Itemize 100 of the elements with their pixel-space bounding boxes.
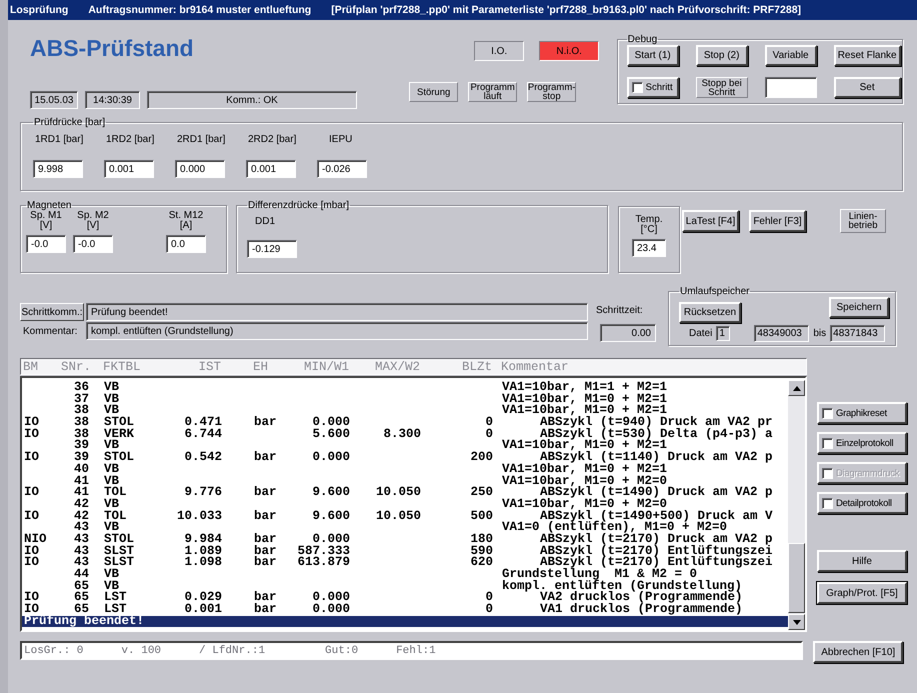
checkbox[interactable] <box>822 408 833 418</box>
input-field[interactable]: 23.4 <box>632 239 666 257</box>
save-button[interactable]: Speichern <box>829 297 889 318</box>
reset-button[interactable]: Rücksetzen <box>679 302 741 323</box>
scroll-up-icon[interactable] <box>788 380 805 396</box>
input-field[interactable]: 0.000 <box>175 160 225 178</box>
scroll-thumb[interactable] <box>788 543 805 613</box>
channel-label: Sp. M1 <box>30 211 62 221</box>
checkbox[interactable] <box>632 82 643 93</box>
option-checkbox[interactable]: Graphikreset <box>817 402 907 424</box>
table-cell-text: TOL <box>103 487 128 499</box>
table-cell-text: VB <box>103 580 120 592</box>
table-cell-text: bar <box>253 487 278 499</box>
input-field[interactable]: 0.0 <box>166 235 206 253</box>
table-row[interactable]: 38 VB VA1=10bar, M1=0 + M2=1 <box>22 405 788 418</box>
table-cell-text: 43 <box>72 557 90 569</box>
table-cell-text: 43 <box>72 534 90 546</box>
table-row[interactable]: IO 39 STOL 0.542 bar 0.000 200 ABSzykl (t=1140) Druck am VA2 p <box>22 452 788 464</box>
status-lamp: Programm läuft <box>468 82 518 102</box>
column-header: BM <box>22 360 40 374</box>
table-cell-text: IO <box>23 592 40 604</box>
mode-label: Linien-betrieb <box>840 209 886 233</box>
table-row[interactable]: IO 43 SLST 1.089 bar 587.333 590 ABSzykl (t=2170) Entlüftungszei <box>22 546 788 558</box>
input-field[interactable]: 0.001 <box>104 160 154 178</box>
cancel-button[interactable]: Abbrechen [F10] <box>813 641 903 663</box>
table-row[interactable]: 42 VB VA1=10bar, M1=0 + M2=0 <box>22 498 788 511</box>
input-field[interactable]: 9.998 <box>33 160 83 178</box>
table-row[interactable]: 36 VB VA1=10bar, M1=1 + M2=1 <box>22 382 788 394</box>
window-title: Losprüfung <box>10 4 68 16</box>
table-cell-text: 41 <box>72 476 90 488</box>
set-button[interactable]: Set <box>834 77 901 98</box>
table-row[interactable]: 41 VB VA1=10bar, M1=0 + M2=0 <box>22 476 788 488</box>
table-cell-text: 38 <box>72 428 90 440</box>
table-row[interactable]: 44 VB Grundstellung M1 & M2 = 0 <box>22 569 788 581</box>
input-field[interactable]: 0.001 <box>246 160 296 178</box>
input-field[interactable]: -0.129 <box>247 240 297 258</box>
table-cell-text: 38 <box>72 417 90 429</box>
group-label: Differenzdrücke [mbar] <box>247 200 350 211</box>
table-cell-text: 36 <box>72 382 90 394</box>
table-cell-text: VB <box>103 394 120 406</box>
table-cell-text: 587.333 <box>296 546 351 558</box>
debug-button[interactable]: Stop (2) <box>696 45 748 66</box>
debug-button[interactable]: Start (1) <box>626 45 679 66</box>
table-row[interactable]: IO 65 LST 0.029 bar 0.000 0 VA2 drucklos (Programmende) <box>22 592 788 604</box>
table-row[interactable]: 40 VB VA1=10bar, M1=0 + M2=1 <box>22 464 788 476</box>
table-cell-text: 42 <box>72 510 90 522</box>
table-row[interactable]: 43 VB VA1=0 (entlüften), M1=0 + M2=0 <box>22 522 788 534</box>
column-header: IST <box>197 360 221 374</box>
status-text: v. 100 <box>121 644 162 656</box>
table-cell-text: VB <box>103 522 120 534</box>
function-button[interactable]: LaTest [F4] <box>682 210 739 232</box>
table-cell-text: 43 <box>72 546 90 558</box>
table-cell-text: ABSzykl (t=940) Druck am VA2 pr <box>540 417 774 429</box>
table-cell-text: 65 <box>72 580 90 592</box>
table-cell-text: 0.000 <box>311 604 351 616</box>
checkbox[interactable] <box>822 438 833 448</box>
input-field[interactable]: -0.0 <box>26 235 66 253</box>
status-display: Komm.: OK <box>147 91 357 109</box>
scroll-down-icon[interactable] <box>788 614 805 630</box>
table-row[interactable]: 39 VB VA1=10bar, M1=0 + M2=1 <box>22 440 788 452</box>
table-cell-text: 0.001 <box>183 604 222 616</box>
table-cell-text: VB <box>103 464 120 476</box>
step-message: Prüfung beendet! <box>86 303 588 321</box>
unit-label: [V] <box>86 221 100 231</box>
side-button[interactable]: Graph/Prot. [F5] <box>817 582 907 604</box>
table-cell-text: 0 <box>484 604 494 616</box>
table-cell-text: bar <box>253 452 278 464</box>
table-cell-text: 9.600 <box>311 510 351 522</box>
table-row[interactable]: IO 38 STOL 0.471 bar 0.000 0 ABSzykl (t=940) Druck am VA2 pr <box>22 417 788 429</box>
table-cell-text: 10.050 <box>374 487 422 499</box>
step-comment-button[interactable]: Schrittkomm.: <box>20 303 84 321</box>
table-cell-text: NIO <box>23 534 48 546</box>
table-cell-text: 0 <box>484 417 494 429</box>
side-button[interactable]: Hilfe <box>817 550 907 572</box>
function-button[interactable]: Fehler [F3] <box>749 210 806 232</box>
input-field[interactable] <box>764 77 817 98</box>
table-row[interactable]: IO 38 VERK 6.744 5.600 8.300 0 ABSzykl (t=530) Delta (p4-p3) a <box>22 428 788 440</box>
input-field[interactable]: -0.026 <box>317 160 367 178</box>
table-row[interactable]: IO 65 LST 0.001 bar 0.000 0 VA1 drucklos (Programmende) <box>22 604 788 616</box>
table-row[interactable]: NIO 43 STOL 9.984 bar 0.000 180 ABSzykl (t=2170) Druck am VA2 p <box>22 534 788 546</box>
table-cell-text: 0 <box>484 592 494 604</box>
window-title: Auftragsnummer: br9164 muster entlueftung <box>88 4 312 16</box>
table-row[interactable]: IO 41 TOL 9.776 bar 9.600 10.050 250 ABSzykl (t=1490) Druck am VA2 p <box>22 487 788 499</box>
checkbox[interactable] <box>822 498 833 508</box>
table-row[interactable]: 37 VB VA1=10bar, M1=0 + M2=1 <box>22 394 788 406</box>
comment-label: Kommentar: <box>22 326 78 336</box>
scrollbar[interactable] <box>788 380 805 630</box>
table-row[interactable]: IO 43 SLST 1.098 bar 613.879 620 ABSzykl (t=2170) Entlüftungszei <box>22 557 788 569</box>
debug-button[interactable]: Variable <box>764 45 817 66</box>
step-toggle[interactable]: Schritt <box>626 77 679 98</box>
option-checkbox[interactable]: Einzelprotokoll <box>817 432 907 454</box>
channel-label: St. M12 <box>168 211 204 221</box>
debug-button[interactable]: Reset Flanke <box>834 45 901 66</box>
unit-label: [A] <box>180 221 192 231</box>
table-cell-text: 42 <box>72 498 90 511</box>
table-row[interactable]: Prüfung beendet! <box>22 616 788 628</box>
table-cell-text: IO <box>23 417 40 429</box>
option-checkbox[interactable]: Detailprotokoll <box>817 492 907 514</box>
table-row[interactable]: 65 VB kompl. entlüften (Grundstellung) <box>22 580 788 592</box>
input-field[interactable]: -0.0 <box>73 235 113 253</box>
